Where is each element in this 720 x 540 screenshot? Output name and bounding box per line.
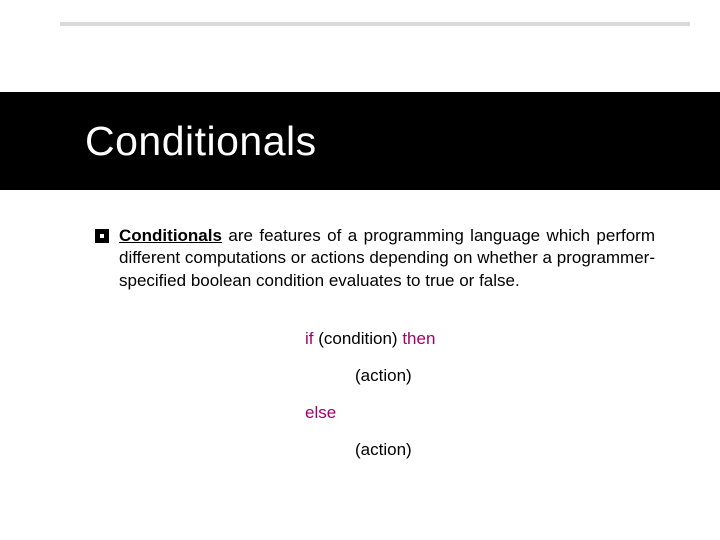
code-line-action1: (action): [215, 367, 655, 384]
pseudocode-block: if (condition) then (action) else (actio…: [215, 330, 655, 458]
keyword-else: else: [305, 403, 336, 422]
definition-text: Conditionals are features of a programmi…: [119, 225, 655, 292]
slide: Conditionals Conditionals are features o…: [0, 0, 720, 540]
code-line-else: else: [215, 404, 655, 421]
keyword-conditionals: Conditionals: [119, 226, 222, 245]
title-band: Conditionals: [0, 92, 720, 190]
keyword-if: if: [305, 329, 314, 348]
code-line-action2: (action): [215, 441, 655, 458]
code-line-if: if (condition) then: [215, 330, 655, 347]
body-region: Conditionals are features of a programmi…: [95, 225, 655, 478]
slide-title: Conditionals: [0, 118, 317, 165]
bullet-item: Conditionals are features of a programmi…: [95, 225, 655, 292]
code-condition: (condition): [314, 329, 403, 348]
bullet-icon: [95, 229, 109, 243]
top-divider: [60, 22, 690, 26]
keyword-then: then: [402, 329, 435, 348]
